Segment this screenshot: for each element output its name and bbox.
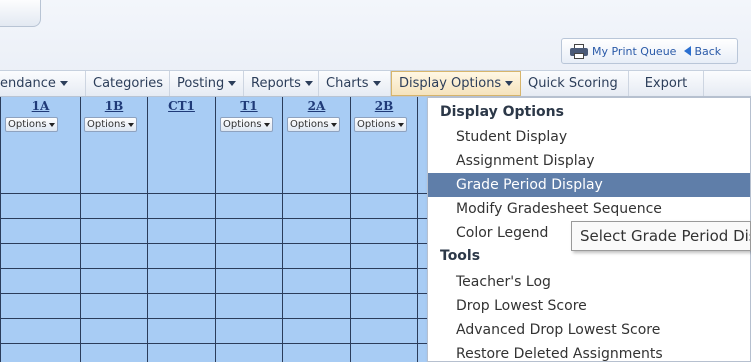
tooltip: Select Grade Period Display (571, 221, 751, 251)
grid-row-divider (1, 293, 433, 294)
printer-icon (570, 43, 588, 59)
grade-column-t1: T1 Options (216, 97, 283, 362)
grade-column-2b: 2B Options (351, 97, 418, 362)
chevron-down-icon (228, 81, 237, 86)
nav-attendance[interactable]: endance (0, 71, 86, 96)
menu-section-title: Display Options (440, 104, 564, 120)
print-queue-button[interactable]: My Print Queue (562, 39, 676, 63)
menu-section-title: Tools (440, 248, 481, 264)
chevron-down-icon (127, 122, 134, 127)
chevron-down-icon (48, 122, 55, 127)
print-queue-label: My Print Queue (592, 44, 677, 58)
column-options-button[interactable]: Options (5, 117, 58, 132)
chevron-down-icon (304, 81, 313, 86)
chevron-down-icon (263, 122, 270, 127)
menu-item-teachers-log[interactable]: Teacher's Log (428, 270, 750, 294)
chevron-down-icon (59, 81, 68, 86)
chevron-down-icon (397, 122, 404, 127)
grid-row-divider (1, 268, 433, 269)
menu-item-advanced-drop-lowest-score[interactable]: Advanced Drop Lowest Score (428, 318, 750, 342)
column-header[interactable]: 2B (351, 99, 417, 113)
column-header[interactable]: 1A (1, 99, 80, 113)
column-header[interactable]: 1B (81, 99, 147, 113)
nav-reports[interactable]: Reports (244, 71, 319, 96)
menu-item-restore-deleted-assignments[interactable]: Restore Deleted Assignments (428, 342, 750, 362)
column-options-button[interactable]: Options (220, 117, 273, 132)
menu-item-drop-lowest-score[interactable]: Drop Lowest Score (428, 294, 750, 318)
grade-column-ct1: CT1 (148, 97, 216, 362)
print-queue-group: My Print Queue Back (561, 38, 738, 64)
grid-row-divider (1, 343, 433, 344)
grid-row-divider (1, 243, 433, 244)
nav-categories[interactable]: Categories (86, 71, 170, 96)
menu-item-modify-gradesheet-sequence[interactable]: Modify Gradesheet Sequence (428, 197, 750, 221)
chevron-down-icon (330, 122, 337, 127)
chevron-down-icon (505, 81, 514, 86)
back-arrow-icon (684, 46, 692, 56)
back-button[interactable]: Back (684, 45, 721, 58)
gradesheet-grid: 1A Options 1B Options CT1 T1 Options 2A … (0, 97, 433, 362)
column-header[interactable]: 2A (283, 99, 350, 113)
top-tab[interactable] (0, 0, 41, 27)
back-label: Back (694, 44, 722, 58)
nav-posting[interactable]: Posting (170, 71, 244, 96)
grid-row-divider (1, 318, 433, 319)
grid-row-divider (1, 218, 433, 219)
grade-column-2a: 2A Options (283, 97, 351, 362)
nav-display-options[interactable]: Display Options (391, 71, 521, 96)
grid-row-divider (1, 193, 433, 194)
column-options-button[interactable]: Options (84, 117, 137, 132)
nav-quick-scoring[interactable]: Quick Scoring (521, 71, 629, 96)
menu-item-assignment-display[interactable]: Assignment Display (428, 149, 750, 173)
chevron-down-icon (372, 81, 381, 86)
grade-column-1a: 1A Options (1, 97, 81, 362)
nav-export[interactable]: Export (629, 71, 704, 96)
column-options-button[interactable]: Options (287, 117, 340, 132)
menu-item-student-display[interactable]: Student Display (428, 125, 750, 149)
menu-item-grade-period-display[interactable]: Grade Period Display (428, 173, 750, 197)
column-header[interactable]: CT1 (148, 99, 215, 113)
column-header[interactable]: T1 (216, 99, 282, 113)
grade-column-1b: 1B Options (81, 97, 148, 362)
column-options-button[interactable]: Options (354, 117, 407, 132)
nav-charts[interactable]: Charts (319, 71, 391, 96)
gradebook-nav: endance Categories Posting Reports Chart… (0, 70, 751, 97)
